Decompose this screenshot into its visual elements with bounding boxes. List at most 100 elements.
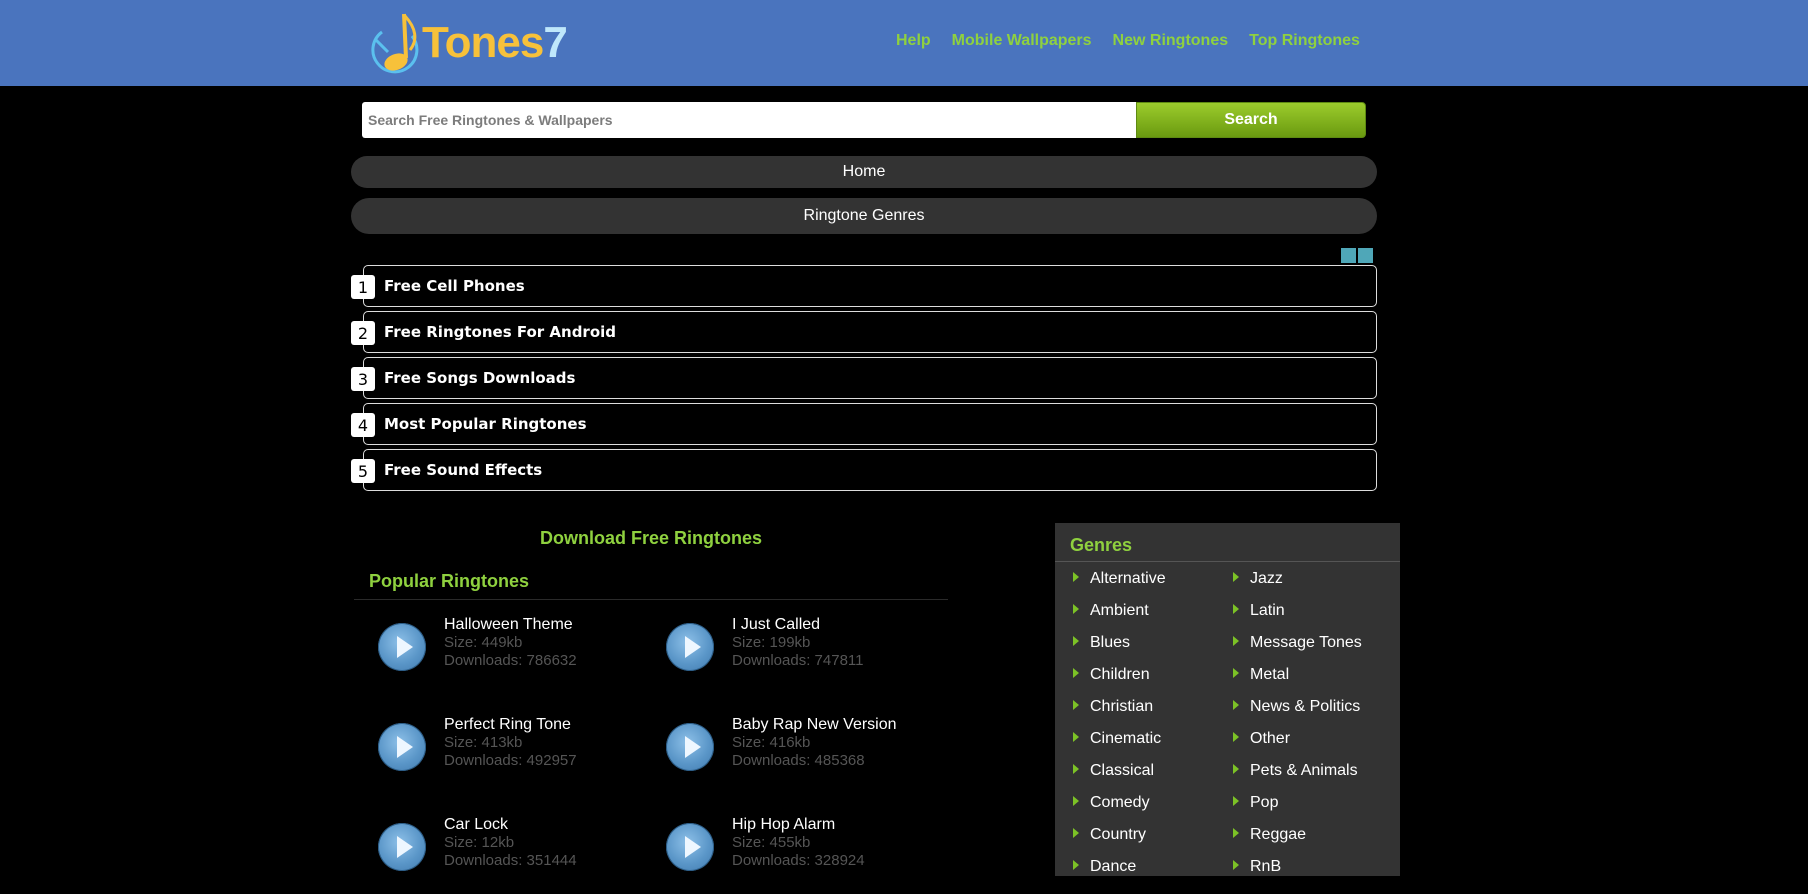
arrow-right-icon <box>1233 604 1239 614</box>
arrow-right-icon <box>1073 796 1079 806</box>
arrow-right-icon <box>1233 860 1239 870</box>
genre-link[interactable]: Blues <box>1073 634 1130 652</box>
genre-link[interactable]: Christian <box>1073 698 1153 716</box>
genre-label: Other <box>1250 730 1291 747</box>
ringtone-downloads: Downloads: 747811 <box>732 652 864 669</box>
nav-top-ringtones[interactable]: Top Ringtones <box>1249 32 1360 50</box>
site-logo[interactable]: Tones7 <box>368 10 568 76</box>
arrow-right-icon <box>1073 604 1079 614</box>
genre-link[interactable]: Message Tones <box>1233 634 1362 652</box>
arrow-right-icon <box>1233 828 1239 838</box>
genre-link[interactable]: Classical <box>1073 762 1154 780</box>
arrow-right-icon <box>1073 732 1079 742</box>
ringtone-name[interactable]: Hip Hop Alarm <box>732 816 835 834</box>
logo-accent: 7 <box>543 18 568 67</box>
ringtone-size: Size: 416kb <box>732 734 811 751</box>
genre-link[interactable]: News & Politics <box>1233 698 1360 716</box>
genre-link[interactable]: Children <box>1073 666 1150 684</box>
download-title: Download Free Ringtones <box>539 528 762 548</box>
ad-choices[interactable] <box>1341 248 1373 263</box>
nav-mobile-wallpapers[interactable]: Mobile Wallpapers <box>952 32 1092 50</box>
logo-text: Tones <box>422 18 544 67</box>
genre-link[interactable]: Dance <box>1073 858 1136 876</box>
genre-link[interactable]: Comedy <box>1073 794 1150 812</box>
site-header: Tones7 Help Mobile Wallpapers New Ringto… <box>0 0 1808 86</box>
play-icon[interactable] <box>378 823 426 871</box>
arrow-right-icon <box>1233 668 1239 678</box>
play-icon[interactable] <box>666 823 714 871</box>
genre-label: Pop <box>1250 794 1279 811</box>
genre-label: Cinematic <box>1090 730 1162 747</box>
ringtone-name[interactable]: Baby Rap New Version <box>732 716 897 734</box>
genre-link[interactable]: Other <box>1233 730 1290 748</box>
arrow-right-icon <box>1233 700 1239 710</box>
ringtone-downloads: Downloads: 786632 <box>444 652 577 669</box>
home-button[interactable]: Home <box>351 156 1377 188</box>
ad-link-item[interactable]: 4 Most Popular Ringtones <box>351 403 1377 445</box>
genre-label: RnB <box>1250 858 1282 875</box>
genre-link[interactable]: Alternative <box>1073 570 1166 588</box>
ringtone-size: Size: 413kb <box>444 734 523 751</box>
ringtone-item: Baby Rap New Version Size: 416kb Downloa… <box>642 714 922 794</box>
ringtone-name[interactable]: Car Lock <box>444 816 508 834</box>
arrow-right-icon <box>1073 828 1079 838</box>
play-icon[interactable] <box>666 623 714 671</box>
ringtone-downloads: Downloads: 351444 <box>444 852 577 869</box>
genre-link[interactable]: Reggae <box>1233 826 1306 844</box>
ringtone-name[interactable]: I Just Called <box>732 616 820 634</box>
nav-new-ringtones[interactable]: New Ringtones <box>1113 32 1229 50</box>
ringtone-item: Car Lock Size: 12kb Downloads: 351444 <box>354 814 634 894</box>
ad-link-item[interactable]: 2 Free Ringtones For Android <box>351 311 1377 353</box>
genre-link[interactable]: Cinematic <box>1073 730 1161 748</box>
genre-label: Jazz <box>1250 570 1283 587</box>
play-icon[interactable] <box>378 723 426 771</box>
link-label[interactable]: Free Sound Effects <box>384 461 542 479</box>
genre-link[interactable]: Pets & Animals <box>1233 762 1358 780</box>
genre-label: Dance <box>1090 858 1137 875</box>
arrow-right-icon <box>1233 732 1239 742</box>
link-number: 4 <box>351 413 375 437</box>
search-button[interactable]: Search <box>1136 102 1366 138</box>
ringtone-size: Size: 455kb <box>732 834 811 851</box>
ringtone-downloads: Downloads: 485368 <box>732 752 865 769</box>
ringtone-size: Size: 449kb <box>444 634 523 651</box>
play-icon[interactable] <box>378 623 426 671</box>
genre-link[interactable]: Jazz <box>1233 570 1283 588</box>
ad-links-list: 1 Free Cell Phones 2 Free Ringtones For … <box>351 265 1377 495</box>
ringtone-size: Size: 199kb <box>732 634 811 651</box>
link-label[interactable]: Free Cell Phones <box>384 277 525 295</box>
nav-help[interactable]: Help <box>896 32 931 50</box>
genre-label: Alternative <box>1090 570 1166 587</box>
genre-label: Blues <box>1090 634 1131 651</box>
divider <box>354 599 948 600</box>
genre-link[interactable]: Country <box>1073 826 1146 844</box>
ad-close-icon[interactable] <box>1358 248 1373 263</box>
ringtone-name[interactable]: Perfect Ring Tone <box>444 716 571 734</box>
arrow-right-icon <box>1233 796 1239 806</box>
genre-label: Classical <box>1090 762 1155 779</box>
arrow-right-icon <box>1233 764 1239 774</box>
genre-label: Country <box>1090 826 1147 843</box>
ringtone-item: Halloween Theme Size: 449kb Downloads: 7… <box>354 614 634 694</box>
genre-label: Metal <box>1250 666 1290 683</box>
genre-link[interactable]: Pop <box>1233 794 1278 812</box>
genre-link[interactable]: Ambient <box>1073 602 1149 620</box>
ringtone-name[interactable]: Halloween Theme <box>444 616 573 634</box>
search-input[interactable] <box>362 102 1136 138</box>
genre-link[interactable]: RnB <box>1233 858 1281 876</box>
ringtone-genres-button[interactable]: Ringtone Genres <box>351 198 1377 234</box>
music-note-icon <box>371 13 419 74</box>
genre-label: Comedy <box>1090 794 1150 811</box>
link-label[interactable]: Free Songs Downloads <box>384 369 575 387</box>
ad-link-item[interactable]: 1 Free Cell Phones <box>351 265 1377 307</box>
ad-link-item[interactable]: 3 Free Songs Downloads <box>351 357 1377 399</box>
genre-label: Ambient <box>1090 602 1149 619</box>
play-icon[interactable] <box>666 723 714 771</box>
link-label[interactable]: Most Popular Ringtones <box>384 415 587 433</box>
ad-info-icon[interactable] <box>1341 248 1356 263</box>
link-label[interactable]: Free Ringtones For Android <box>384 323 616 341</box>
genre-link[interactable]: Latin <box>1233 602 1285 620</box>
genre-link[interactable]: Metal <box>1233 666 1289 684</box>
ringtone-downloads: Downloads: 492957 <box>444 752 577 769</box>
ad-link-item[interactable]: 5 Free Sound Effects <box>351 449 1377 491</box>
